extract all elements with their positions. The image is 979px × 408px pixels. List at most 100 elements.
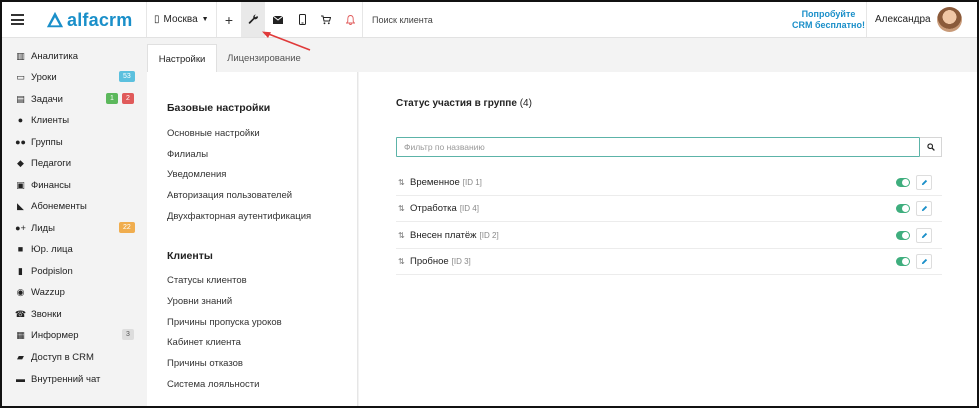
link-client-statuses[interactable]: Статусы клиентов <box>167 275 247 286</box>
sidebar-item-internal-chat[interactable]: ▬ Внутренний чат <box>15 369 139 389</box>
link-loyalty-system[interactable]: Система лояльности <box>167 379 259 390</box>
sidebar-item-analytics[interactable]: ▥ Аналитика <box>15 46 139 66</box>
status-toggle[interactable] <box>896 231 910 240</box>
lessons-count-badge: 53 <box>119 71 135 82</box>
free-trial-link[interactable]: Попробуйте CRM бесплатно! <box>792 9 865 31</box>
sidebar-item-tasks[interactable]: ▤ Задачи 1 2 <box>15 89 139 109</box>
filter-search-button[interactable] <box>920 137 942 157</box>
city-selector[interactable]: ▯ Москва ▼ <box>154 14 209 25</box>
sidebar-item-legal-entities[interactable]: ■ Юр. лица <box>15 239 139 259</box>
toolbar-divider <box>146 2 147 37</box>
link-refusal-reasons[interactable]: Причины отказов <box>167 358 243 369</box>
sidebar-item-label: Доступ в CRM <box>31 351 94 363</box>
sidebar-item-subscriptions[interactable]: ◣ Абонементы <box>15 196 139 216</box>
link-knowledge-levels[interactable]: Уровни знаний <box>167 296 232 307</box>
pencil-icon <box>921 258 927 265</box>
tag-icon: ◣ <box>17 200 24 211</box>
sidebar-item-groups[interactable]: ●● Группы <box>15 132 139 152</box>
lock-icon: ▰ <box>17 351 24 362</box>
link-absence-reasons[interactable]: Причины пропуска уроков <box>167 317 282 328</box>
sidebar-item-label: Задачи <box>31 93 63 105</box>
status-toggle[interactable] <box>896 178 910 187</box>
link-two-factor-auth[interactable]: Двухфакторная аутентификация <box>167 211 311 222</box>
informer-count-badge: 3 <box>122 329 134 340</box>
user-name[interactable]: Александра <box>875 14 931 25</box>
status-toggle[interactable] <box>896 257 910 266</box>
sidebar-item-lessons[interactable]: ▭ Уроки 53 <box>15 67 139 87</box>
shopping-cart-icon <box>321 15 331 24</box>
link-branches[interactable]: Филиалы <box>167 149 208 160</box>
add-button[interactable]: + <box>217 2 241 37</box>
toolbar-divider <box>866 2 867 37</box>
logo[interactable]: alfacrm <box>46 10 132 30</box>
sidebar-item-label: Юр. лица <box>31 243 73 255</box>
search-icon <box>926 143 935 151</box>
edit-button[interactable] <box>916 254 932 269</box>
sidebar-item-label: Лиды <box>31 222 55 234</box>
cart-button[interactable] <box>314 2 338 37</box>
pencil-icon <box>921 205 927 212</box>
calendar-icon: ▭ <box>16 71 25 82</box>
table-row[interactable]: ⇅ Отработка [ID 4] <box>396 196 942 222</box>
toolbar-divider <box>362 2 363 37</box>
filter-input[interactable] <box>396 137 920 157</box>
bell-icon <box>345 14 355 25</box>
sidebar-item-wazzup[interactable]: ◉ Wazzup <box>15 282 139 302</box>
table-row[interactable]: ⇅ Пробное [ID 3] <box>396 249 942 275</box>
client-search-input[interactable]: Поиск клиента <box>372 15 433 25</box>
phone-icon: ☎ <box>14 308 27 319</box>
logo-text: alfacrm <box>67 9 133 30</box>
base-settings-title: Базовые настройки <box>167 102 271 114</box>
tab-licensing[interactable]: Лицензирование <box>220 44 308 73</box>
sidebar-item-podpislon[interactable]: ▮ Podpislon <box>15 261 139 281</box>
sort-handle-icon[interactable]: ⇅ <box>398 257 410 266</box>
user-avatar[interactable] <box>937 7 962 32</box>
status-id: [ID 2] <box>479 231 499 240</box>
status-name: Временное <box>410 177 460 188</box>
app-window: alfacrm ▯ Москва ▼ + Поиск клиента Попро… <box>0 0 979 408</box>
clients-title: Клиенты <box>167 250 213 262</box>
city-label: Москва <box>163 14 198 25</box>
edit-button[interactable] <box>916 175 932 190</box>
wrench-icon <box>248 14 258 24</box>
sidebar-item-label: Финансы <box>31 179 71 191</box>
sidebar-item-label: Клиенты <box>31 114 70 126</box>
status-id: [ID 3] <box>451 257 471 266</box>
status-id: [ID 1] <box>462 178 482 187</box>
link-notifications[interactable]: Уведомления <box>167 169 226 180</box>
users-icon: ●● <box>15 137 26 147</box>
sort-handle-icon[interactable]: ⇅ <box>398 231 410 240</box>
clipboard-icon: ▤ <box>16 93 25 104</box>
caret-down-icon: ▼ <box>201 16 209 23</box>
notifications-button[interactable] <box>338 2 362 37</box>
sidebar-item-informer[interactable]: ▦ Информер 3 <box>15 325 139 345</box>
sidebar-item-label: Педагоги <box>31 157 72 169</box>
link-main-settings[interactable]: Основные настройки <box>167 128 260 139</box>
sidebar-item-label: Звонки <box>31 308 62 320</box>
sidebar-item-teachers[interactable]: ◆ Педагоги <box>15 153 139 173</box>
status-toggle[interactable] <box>896 204 910 213</box>
sidebar-item-calls[interactable]: ☎ Звонки <box>15 304 139 324</box>
sort-handle-icon[interactable]: ⇅ <box>398 204 410 213</box>
briefcase-icon: ■ <box>17 244 24 254</box>
sidebar-item-clients[interactable]: ● Клиенты <box>15 110 139 130</box>
link-user-authorization[interactable]: Авторизация пользователей <box>167 190 292 201</box>
building-icon: ▯ <box>154 14 160 25</box>
sort-handle-icon[interactable]: ⇅ <box>398 178 410 187</box>
table-row[interactable]: ⇅ Внесен платёж [ID 2] <box>396 223 942 249</box>
sidebar-item-label: Wazzup <box>31 286 65 298</box>
pencil-icon <box>921 179 927 186</box>
money-icon: ▣ <box>16 179 25 190</box>
hamburger-menu-icon[interactable] <box>11 14 24 25</box>
edit-button[interactable] <box>916 228 932 243</box>
sidebar-item-finance[interactable]: ▣ Финансы <box>15 175 139 195</box>
sidebar-item-leads[interactable]: ●+ Лиды 22 <box>15 218 139 238</box>
tab-settings[interactable]: Настройки <box>147 44 217 73</box>
sidebar-item-crm-access[interactable]: ▰ Доступ в CRM <box>15 347 139 367</box>
sidebar-item-label: Уроки <box>31 71 57 83</box>
link-client-cabinet[interactable]: Кабинет клиента <box>167 337 241 348</box>
top-bar: alfacrm ▯ Москва ▼ + Поиск клиента Попро… <box>2 2 977 38</box>
table-row[interactable]: ⇅ Временное [ID 1] <box>396 170 942 196</box>
edit-button[interactable] <box>916 201 932 216</box>
chat-icon: ▬ <box>16 374 25 384</box>
